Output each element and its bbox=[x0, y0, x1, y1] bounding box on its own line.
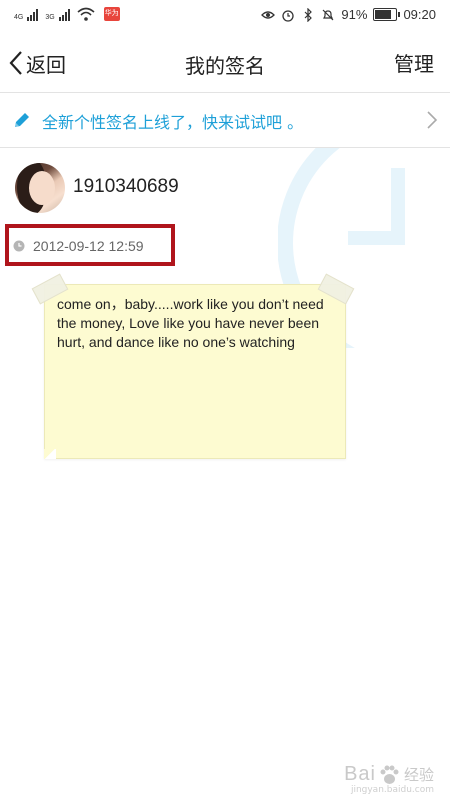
baidu-watermark: Bai 经验 jingyan.baidu.com bbox=[344, 763, 434, 795]
clock-time: 09:20 bbox=[403, 7, 436, 22]
signal-icon-2 bbox=[58, 9, 70, 21]
page-title: 我的签名 bbox=[185, 54, 265, 78]
status-right: 91% 09:20 bbox=[261, 7, 436, 22]
signal-icon bbox=[27, 9, 39, 21]
network-type-1: 4G bbox=[14, 14, 24, 21]
watermark-brand-right: 经验 bbox=[403, 766, 434, 784]
nav-bar: 返回 我的签名 管理 bbox=[0, 34, 450, 93]
status-left: 4G 3G 华为 bbox=[14, 7, 120, 21]
mute-icon bbox=[322, 9, 334, 20]
avatar[interactable] bbox=[15, 163, 65, 213]
wifi-icon bbox=[77, 7, 95, 21]
pencil-icon bbox=[15, 113, 29, 127]
banner-text: 全新个性签名上线了，快来试试吧 。 bbox=[42, 113, 304, 132]
username: 1910340689 bbox=[73, 176, 179, 197]
app-notification-badge: 华为 bbox=[103, 7, 120, 21]
status-bar: 4G 3G 华为 91% 09:20 bbox=[0, 0, 450, 34]
battery-percent: 91% bbox=[341, 7, 368, 22]
note-fold bbox=[44, 449, 56, 459]
watermark-url: jingyan.baidu.com bbox=[350, 785, 434, 795]
network-type-2: 3G bbox=[45, 14, 55, 21]
watermark-brand-left: Bai bbox=[344, 763, 376, 785]
clock-icon bbox=[13, 240, 25, 252]
eye-icon bbox=[261, 10, 276, 19]
new-signature-banner[interactable]: 全新个性签名上线了，快来试试吧 。 bbox=[0, 93, 450, 148]
battery-icon bbox=[373, 8, 401, 21]
paw-icon bbox=[380, 765, 399, 784]
bluetooth-icon bbox=[304, 7, 313, 22]
alarm-icon bbox=[282, 9, 295, 22]
signature-text: come on，baby.....work like you don’t nee… bbox=[57, 296, 324, 350]
signature-date: 2012-09-12 12:59 bbox=[33, 238, 144, 254]
chevron-right-icon bbox=[427, 111, 438, 129]
manage-button[interactable]: 管理 bbox=[394, 48, 434, 77]
